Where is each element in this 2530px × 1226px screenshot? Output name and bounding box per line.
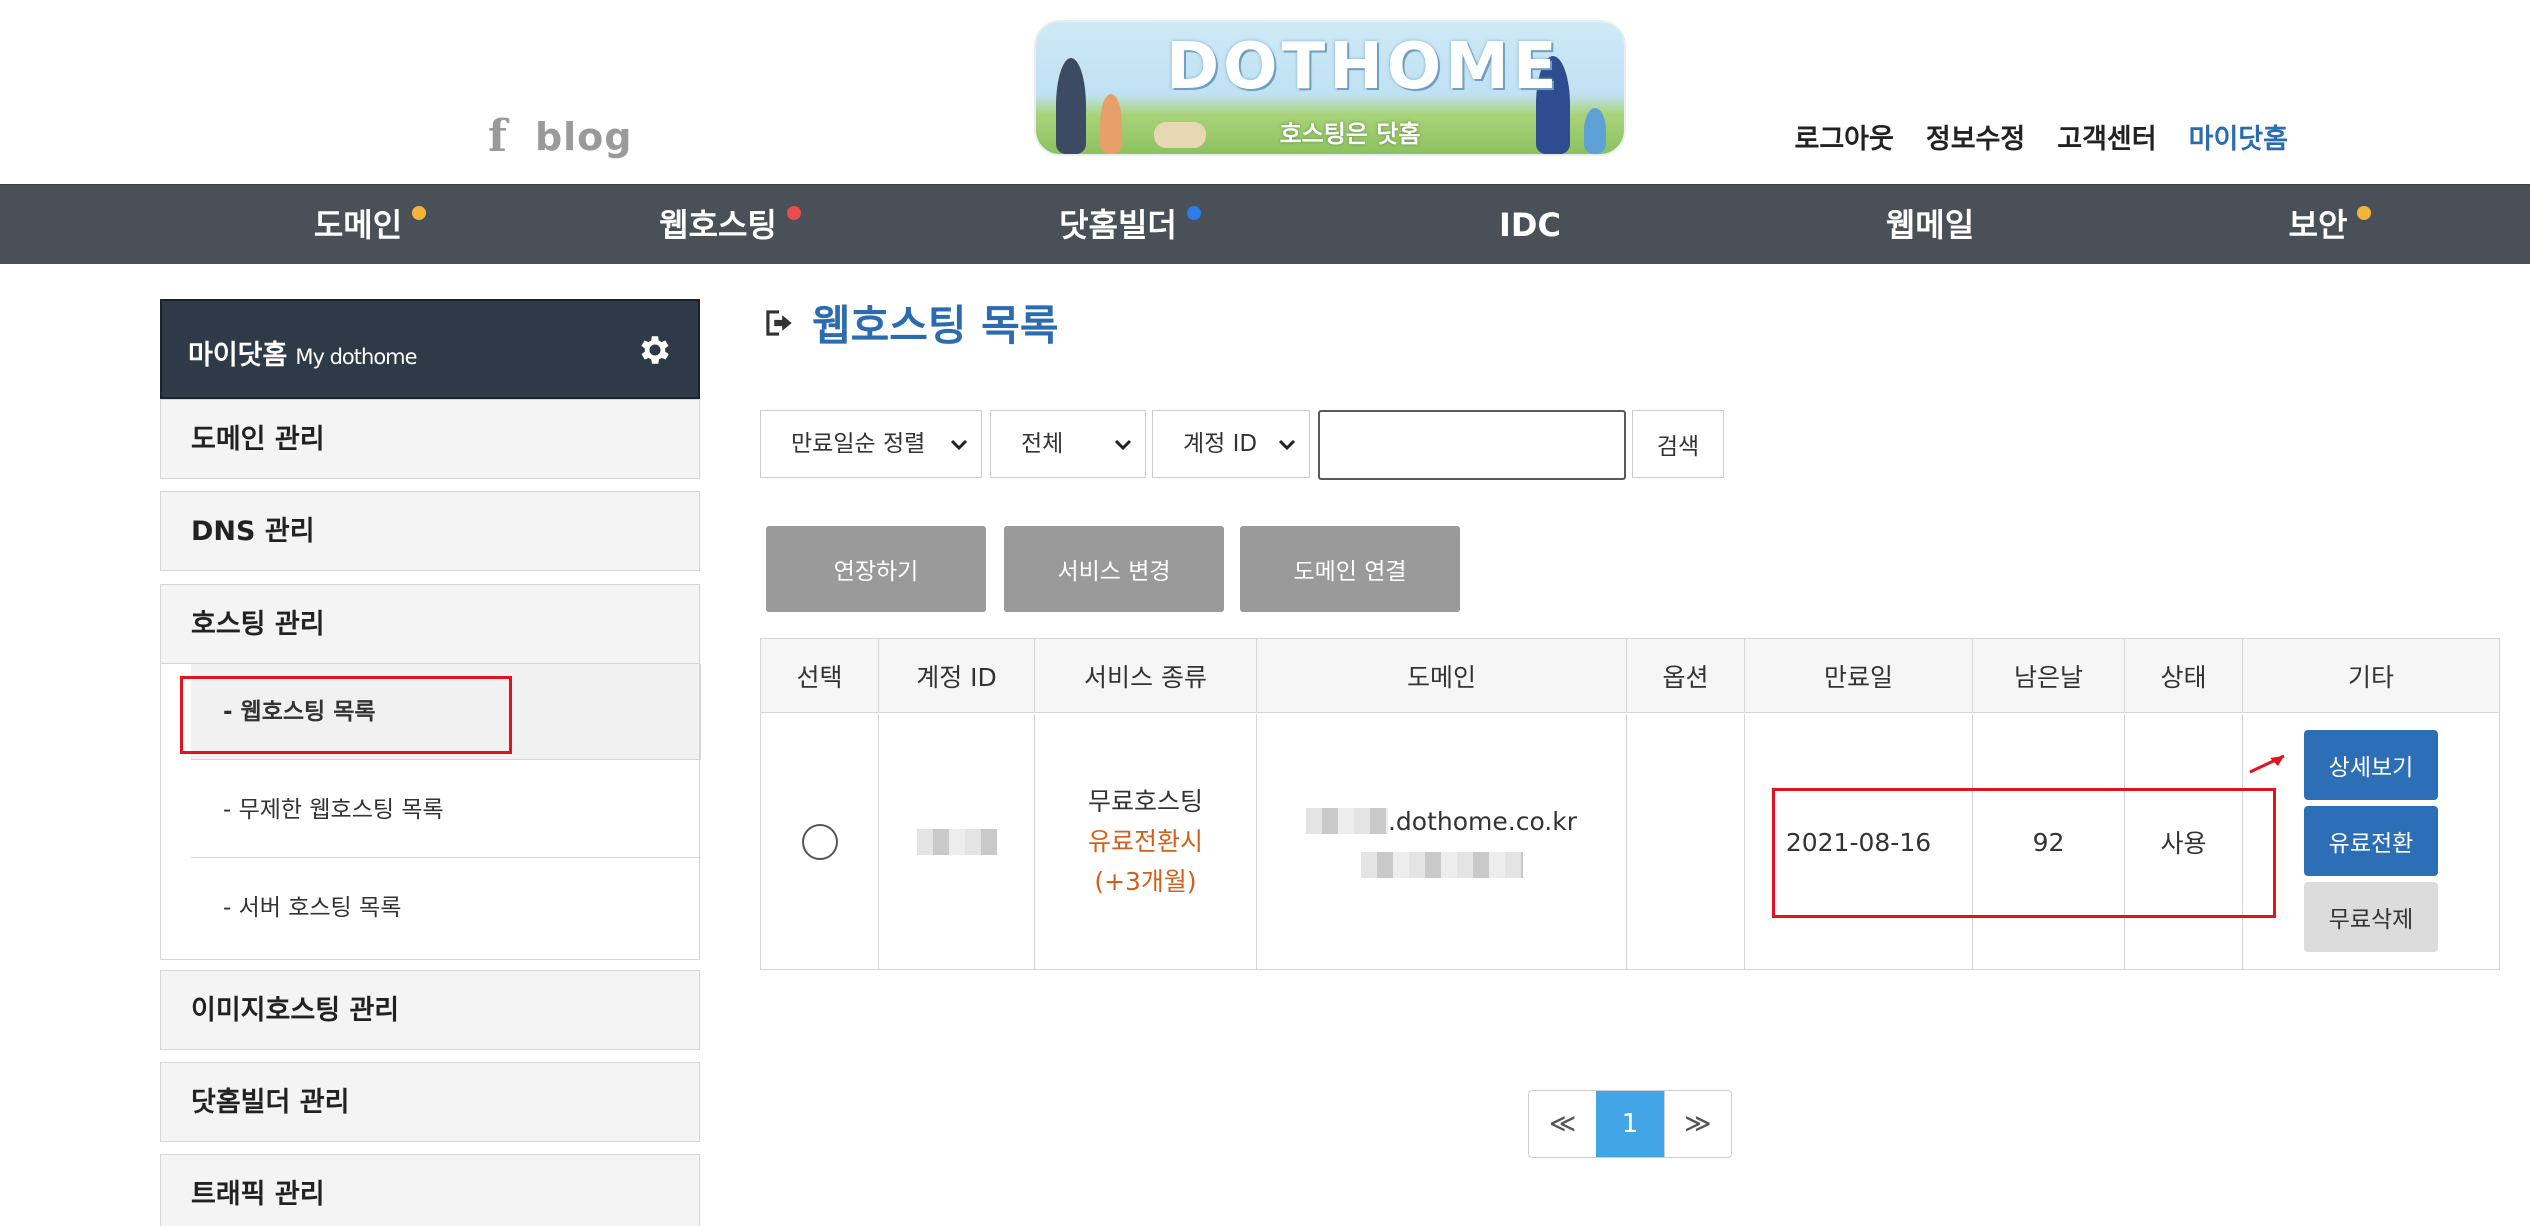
logout-link[interactable]: 로그아웃 (1795, 117, 1894, 156)
field-select[interactable]: 계정 ID (1152, 410, 1310, 478)
pager-next[interactable]: ≫ (1663, 1091, 1731, 1157)
scope-select[interactable]: 전체 (990, 410, 1146, 478)
cell-service-type: 무료호스팅 유료전환시 (+3개월) (1035, 714, 1257, 970)
sidebar-item-hosting[interactable]: 호스팅 관리 (160, 584, 700, 664)
details-button[interactable]: 상세보기 (2304, 730, 2438, 800)
submenu-server-hosting-list[interactable]: - 서버 호스팅 목록 (191, 860, 701, 956)
nav-item-domain[interactable]: 도메인 (200, 185, 540, 265)
sidebar-item-traffic[interactable]: 트래픽 관리 (160, 1154, 700, 1226)
blurred-domain-prefix (1305, 808, 1388, 834)
col-header-option: 옵션 (1627, 639, 1745, 713)
search-button[interactable]: 검색 (1632, 410, 1724, 478)
service-type-text: 무료호스팅 (1087, 787, 1203, 816)
sidebar-header: 마이닷홈 My dothome (160, 299, 700, 399)
child-illustration-left (1100, 94, 1122, 154)
nav-item-webhosting[interactable]: 웹호스팅 (560, 185, 900, 265)
nav-dot-domain (412, 206, 427, 220)
submenu-unlimited-webhosting-list[interactable]: - 무제한 웹호스팅 목록 (191, 762, 701, 858)
banner-subtitle: 호스팅은 닷홈 (1279, 120, 1421, 148)
site-header: f blog DOTHOME 호스팅은 닷홈 로그아웃 정보수정 고객센터 마이… (0, 0, 2530, 184)
search-input[interactable] (1318, 410, 1626, 480)
col-header-select: 선택 (761, 639, 879, 713)
social-links: f blog (488, 115, 633, 160)
page-title: 웹호스팅 목록 (760, 292, 1058, 353)
row-select-radio[interactable] (801, 824, 838, 860)
main-nav: 도메인 웹호스팅 닷홈빌더 IDC 웹메일 보안 (0, 184, 2530, 264)
nav-item-builder[interactable]: 닷홈빌더 (960, 185, 1300, 265)
blurred-domain-secondary (1360, 851, 1523, 878)
nav-item-idc[interactable]: IDC (1360, 185, 1700, 265)
edit-info-link[interactable]: 정보수정 (1926, 117, 2025, 156)
family-illustration-left (1056, 58, 1086, 154)
pagination: ≪ 1 ≫ (1528, 1090, 1732, 1158)
top-links: 로그아웃 정보수정 고객센터 마이닷홈 (1795, 117, 2289, 156)
col-header-status: 상태 (2125, 639, 2243, 713)
col-header-domain: 도메인 (1257, 639, 1627, 713)
nav-item-security[interactable]: 보안 (2160, 185, 2500, 265)
sidebar-item-image-hosting[interactable]: 이미지호스팅 관리 (160, 970, 700, 1050)
annotation-arrow-icon (2249, 754, 2285, 774)
pager-page-1[interactable]: 1 (1596, 1091, 1664, 1157)
sort-select[interactable]: 만료일순 정렬 (760, 410, 982, 478)
customer-center-link[interactable]: 고객센터 (2057, 117, 2156, 156)
cell-domain: .dothome.co.kr (1257, 714, 1627, 970)
banner-title: DOTHOME (1166, 30, 1561, 104)
sidebar-subtitle: My dothome (295, 345, 417, 369)
nav-dot-webhosting (786, 206, 801, 220)
extend-button[interactable]: 연장하기 (766, 526, 986, 612)
change-service-button[interactable]: 서비스 변경 (1004, 526, 1224, 612)
col-header-expiry: 만료일 (1745, 639, 1973, 713)
child-illustration-right (1584, 108, 1606, 154)
highlight-box-submenu (180, 676, 512, 754)
service-note-months: (+3개월) (1094, 867, 1197, 896)
pager-prev[interactable]: ≪ (1529, 1091, 1596, 1157)
chevron-down-icon (950, 439, 968, 451)
blurred-account-id (916, 829, 997, 855)
dog-illustration (1154, 122, 1206, 148)
free-delete-button[interactable]: 무료삭제 (2304, 882, 2438, 952)
chevron-down-icon (1278, 439, 1296, 451)
nav-dot-security (2357, 206, 2372, 220)
connect-domain-button[interactable]: 도메인 연결 (1240, 526, 1460, 612)
nav-dot-builder (1186, 206, 1201, 220)
sidebar-item-dns[interactable]: DNS 관리 (160, 491, 700, 571)
blog-link[interactable]: blog (535, 115, 633, 159)
cell-account-id (879, 714, 1035, 970)
exit-arrow-icon (766, 309, 792, 336)
facebook-icon[interactable]: f (488, 115, 507, 159)
domain-line: .dothome.co.kr (1305, 806, 1578, 836)
sidebar-item-builder[interactable]: 닷홈빌더 관리 (160, 1062, 700, 1142)
sidebar-item-domain[interactable]: 도메인 관리 (160, 399, 700, 479)
my-dothome-link[interactable]: 마이닷홈 (2189, 117, 2288, 156)
chevron-down-icon (1114, 439, 1132, 451)
cell-select (761, 714, 879, 970)
col-header-account-id: 계정 ID (879, 639, 1035, 713)
cell-option (1627, 714, 1745, 970)
service-note-paid: 유료전환시 (1087, 827, 1203, 856)
gear-icon[interactable] (636, 331, 674, 369)
col-header-etc: 기타 (2243, 639, 2499, 713)
highlight-box-expiry (1772, 788, 2276, 918)
col-header-service-type: 서비스 종류 (1035, 639, 1257, 713)
sidebar-title: 마이닷홈 My dothome (188, 340, 418, 371)
nav-item-webmail[interactable]: 웹메일 (1760, 185, 2100, 265)
dothome-banner-logo[interactable]: DOTHOME 호스팅은 닷홈 (1034, 20, 1626, 156)
domain-suffix: .dothome.co.kr (1387, 806, 1578, 836)
col-header-days-left: 남은날 (1973, 639, 2125, 713)
convert-paid-button[interactable]: 유료전환 (2304, 806, 2438, 876)
